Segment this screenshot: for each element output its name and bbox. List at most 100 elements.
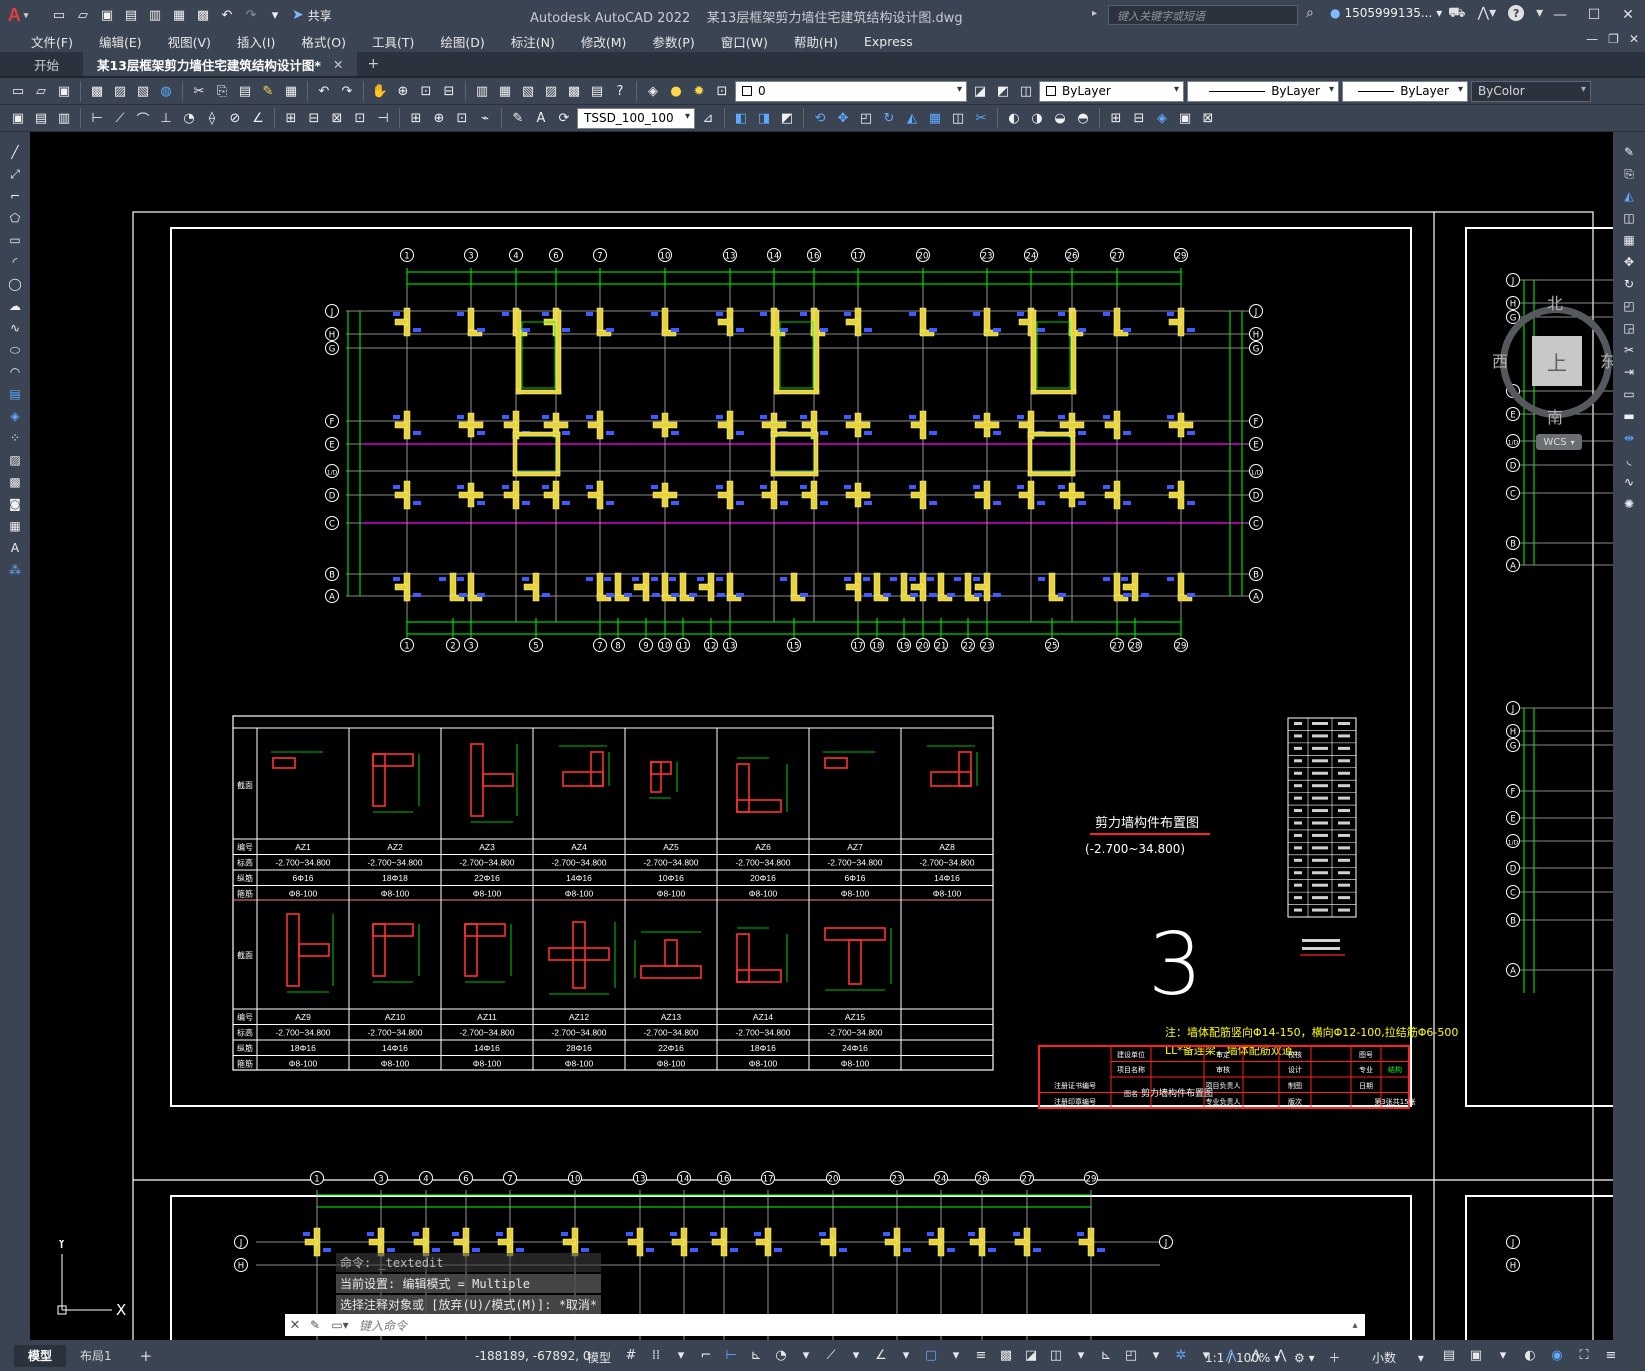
linear-dimension-icon[interactable]: ⊢	[87, 108, 107, 128]
help-icon[interactable]: ?	[610, 81, 630, 101]
save-icon[interactable]: ▣	[98, 6, 116, 24]
quick-properties-icon[interactable]: ▤	[1440, 1346, 1458, 1364]
diameter-dimension-icon[interactable]: ⊘	[225, 108, 245, 128]
extend-icon[interactable]: ⇥	[1620, 364, 1638, 380]
model-space-toggle[interactable]: 模型	[587, 1349, 611, 1366]
drawing-canvas[interactable]: 1 3 4 6 7 10 13 14 16 17 20 23 24 26 27 29 1 2 3 5 7 8 9 10 11 12…	[30, 132, 1613, 1340]
trim-icon[interactable]: ✂	[1620, 342, 1638, 358]
dynamic-input-icon[interactable]: ⊢	[722, 1346, 740, 1364]
viewcube-south[interactable]: 南	[1547, 404, 1563, 428]
continue-dimension-icon[interactable]: ⊠	[327, 108, 347, 128]
tolerance-icon[interactable]: ⊞	[406, 108, 426, 128]
doc-restore-icon[interactable]: ❐	[1608, 32, 1619, 46]
menu-window[interactable]: 窗口(W)	[708, 32, 781, 51]
chevron-down-icon[interactable]: ▾	[672, 1346, 690, 1364]
inspection-icon[interactable]: ⊡	[452, 108, 472, 128]
jogged-dimension-icon[interactable]: ⟠	[202, 108, 222, 128]
xref-icon[interactable]: ◈	[1152, 108, 1172, 128]
menu-draw[interactable]: 绘图(D)	[427, 32, 497, 51]
isolate-objects-icon[interactable]: ◐	[1521, 1346, 1539, 1364]
dimension-edit-icon[interactable]: ✎	[508, 108, 528, 128]
customize-icon[interactable]: ✎	[305, 1318, 325, 1332]
ungroup-icon[interactable]: ◓	[1073, 108, 1093, 128]
chevron-down-icon[interactable]: ▾	[947, 1346, 965, 1364]
units-dropdown[interactable]: 小数 ▾	[1372, 1349, 1424, 1366]
mirror-icon[interactable]: ◭	[902, 108, 922, 128]
fillet-icon[interactable]: ◟	[1620, 452, 1638, 468]
quick-dimension-icon[interactable]: ⊞	[281, 108, 301, 128]
match-properties-icon[interactable]: ✎	[258, 81, 278, 101]
offset-icon[interactable]: ◫	[948, 108, 968, 128]
cut-icon[interactable]: ✂	[189, 81, 209, 101]
lock-ui-icon[interactable]: ▣	[1467, 1346, 1485, 1364]
circle-icon[interactable]: ◯	[6, 276, 24, 292]
join-icon[interactable]: ▬	[1620, 408, 1638, 424]
zoom-realtime-icon[interactable]: ⊕	[393, 81, 413, 101]
tssd-tool3-icon[interactable]: ▥	[54, 108, 74, 128]
graphics-performance-icon[interactable]: ◉	[1548, 1346, 1566, 1364]
make-current-layer-icon[interactable]: ◪	[970, 81, 990, 101]
point-icon[interactable]: ⁘	[6, 430, 24, 446]
wcs-menu[interactable]: WCS ▾	[1536, 434, 1582, 450]
viewcube-north[interactable]: 北	[1547, 290, 1563, 314]
make-block-icon[interactable]: ◈	[6, 408, 24, 424]
grid-icon[interactable]: #	[622, 1346, 640, 1364]
create-block-icon[interactable]: ⊟	[1129, 108, 1149, 128]
search-input[interactable]: 键入关键字或短语	[1108, 5, 1298, 25]
group-icon[interactable]: ◒	[1050, 108, 1070, 128]
chevron-down-icon[interactable]: ▾	[797, 1346, 815, 1364]
design-center-icon[interactable]: ▦	[495, 81, 515, 101]
paste-icon[interactable]: ▤	[235, 81, 255, 101]
snap-icon[interactable]: ⁞⁞	[647, 1346, 665, 1364]
copy-icon[interactable]: ⎘	[212, 81, 232, 101]
rotate-icon[interactable]: ↻	[879, 108, 899, 128]
dimension-style-dropdown[interactable]: TSSD_100_100 ▾	[577, 107, 695, 129]
maximize-icon[interactable]: ☐	[1577, 0, 1611, 30]
menu-help[interactable]: 帮助(H)	[781, 32, 851, 51]
menu-view[interactable]: 视图(V)	[155, 32, 224, 51]
view2-icon[interactable]: ◨	[754, 108, 774, 128]
ortho-icon[interactable]: ⊾	[747, 1346, 765, 1364]
move-icon[interactable]: ✥	[1620, 254, 1638, 270]
viewcube[interactable]: 北 南 东 西 上 WCS ▾	[1492, 290, 1613, 450]
minimize-icon[interactable]: —	[1543, 0, 1577, 30]
tab-start[interactable]: 开始	[0, 52, 83, 76]
3d-osnap-icon[interactable]: ◫	[1047, 1346, 1065, 1364]
scale-icon[interactable]: ◰	[856, 108, 876, 128]
publish-icon[interactable]: ▧	[133, 81, 153, 101]
polygon-icon[interactable]: ⬠	[6, 210, 24, 226]
explode-icon[interactable]: ✺	[1620, 496, 1638, 512]
new-file-icon[interactable]: ▭	[50, 6, 68, 24]
plotstyle-dropdown[interactable]: ByColor ▾	[1471, 80, 1591, 102]
markup-icon[interactable]: ▩	[564, 81, 584, 101]
dimension-break-icon[interactable]: ⊣	[373, 108, 393, 128]
gradient-icon[interactable]: ▩	[6, 474, 24, 490]
tab-layout1[interactable]: 布局1	[66, 1345, 126, 1367]
undo-icon[interactable]: ↶	[218, 6, 236, 24]
linetype-dropdown[interactable]: ByLayer ▾	[1187, 80, 1339, 102]
trim-icon[interactable]: ✂	[971, 108, 991, 128]
isometric-icon[interactable]: ⟋	[822, 1346, 840, 1364]
viewcube-top-face[interactable]: 上	[1532, 336, 1582, 386]
rotate-icon[interactable]: ↻	[1620, 276, 1638, 292]
layer-lock-icon[interactable]: ⊡	[712, 81, 732, 101]
command-history-toggle-icon[interactable]: ▴	[1345, 1320, 1365, 1331]
tab-model[interactable]: 模型	[14, 1344, 67, 1367]
chevron-down-icon[interactable]: ▾	[1147, 1346, 1165, 1364]
new-icon[interactable]: ▭	[8, 81, 28, 101]
layer-previous-icon[interactable]: ◩	[993, 81, 1013, 101]
dimension-style-icon[interactable]: ⊿	[698, 108, 718, 128]
undo-icon[interactable]: ↶	[314, 81, 334, 101]
customization-icon[interactable]: ≡	[1602, 1346, 1620, 1364]
chevron-down-icon[interactable]: ▾	[1072, 1346, 1090, 1364]
mirror-icon[interactable]: ◭	[1620, 188, 1638, 204]
cart-icon[interactable]: ⛟	[1448, 5, 1466, 23]
menu-format[interactable]: 格式(O)	[288, 32, 359, 51]
orbit-icon[interactable]: ⟲	[810, 108, 830, 128]
menu-parametric[interactable]: 参数(P)	[639, 32, 707, 51]
pan-icon[interactable]: ✋	[370, 81, 390, 101]
view3-icon[interactable]: ◩	[777, 108, 797, 128]
zoom-previous-icon[interactable]: ⊟	[439, 81, 459, 101]
lineweight-icon[interactable]: ≡	[972, 1346, 990, 1364]
transparency-icon[interactable]: ▩	[997, 1346, 1015, 1364]
